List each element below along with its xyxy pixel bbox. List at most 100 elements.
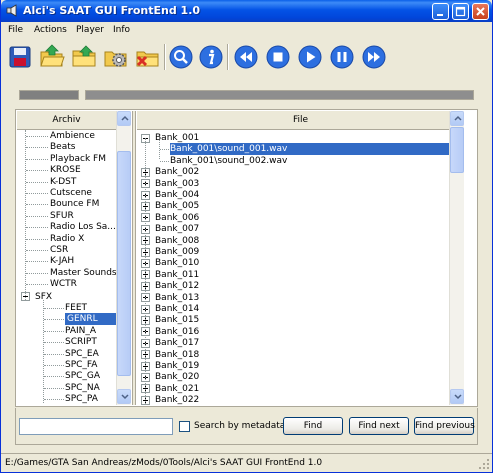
close-button[interactable] <box>472 3 489 20</box>
title-bar[interactable]: Alci's SAAT GUI FrontEnd 1.0 <box>1 0 492 22</box>
tree-connector <box>26 227 48 229</box>
stop-button[interactable] <box>264 43 292 71</box>
minimize-button[interactable] <box>432 3 449 20</box>
scroll-thumb[interactable] <box>117 151 131 376</box>
bank-item[interactable]: Bank_012 <box>155 280 199 292</box>
settings-button[interactable] <box>102 43 130 71</box>
play-button[interactable] <box>296 43 324 71</box>
find-next-button[interactable]: Find next <box>349 417 409 435</box>
menu-player[interactable]: Player <box>76 25 104 35</box>
file-tree[interactable]: File Bank_001 Bank_001\sound_001.wav Bank_… <box>137 111 464 405</box>
rewind-button[interactable] <box>232 43 260 71</box>
sound-file-selected[interactable]: Bank_001\sound_001.wav <box>170 143 464 156</box>
tree-item[interactable]: SPC_PA <box>65 393 98 405</box>
files-scrollbar[interactable] <box>449 111 464 405</box>
maximize-button[interactable] <box>452 3 469 20</box>
resize-grip-icon[interactable] <box>478 458 490 470</box>
tree-item[interactable]: CSR <box>50 244 68 256</box>
tree-item[interactable]: Bounce FM <box>50 198 99 210</box>
archive-progress-bar <box>19 90 79 100</box>
bank-item[interactable]: Bank_015 <box>155 314 199 326</box>
bank-item[interactable]: Bank_009 <box>155 246 199 258</box>
menu-file[interactable]: File <box>8 25 23 35</box>
app-icon <box>6 4 17 17</box>
bank-item[interactable]: Bank_021 <box>155 383 199 395</box>
bank-item[interactable]: Bank_007 <box>155 223 199 235</box>
tree-item[interactable]: Playback FM <box>50 153 106 165</box>
sound-file[interactable]: Bank_001\sound_002.wav <box>170 155 287 167</box>
arrow-down-icon <box>454 394 462 400</box>
tree-item[interactable]: PAIN_A <box>65 325 96 337</box>
playback-progress-bar[interactable] <box>85 90 474 100</box>
find-previous-button[interactable]: Find previous <box>414 417 475 435</box>
tree-item[interactable]: Radio X <box>50 233 84 245</box>
menu-info[interactable]: Info <box>113 25 130 35</box>
tree-item[interactable]: KROSE <box>50 164 81 176</box>
tree-item[interactable]: K-JAH <box>50 255 74 267</box>
bank-item[interactable]: Bank_014 <box>155 303 199 315</box>
bank-item[interactable]: Bank_006 <box>155 212 199 224</box>
metadata-checkbox[interactable] <box>179 421 190 432</box>
play-icon <box>298 45 322 69</box>
tree-connector <box>44 353 64 355</box>
info-icon <box>199 45 223 69</box>
bank-item[interactable]: Bank_002 <box>155 166 199 178</box>
scroll-up-arrow[interactable] <box>117 111 131 126</box>
tree-item[interactable]: K-DST <box>50 176 76 188</box>
tree-item[interactable]: Radio Los Sa... <box>50 221 116 233</box>
tree-item[interactable]: SPC_GA <box>65 370 100 382</box>
fast-forward-button[interactable] <box>360 43 388 71</box>
tree-item[interactable]: SPC_NA <box>65 382 100 394</box>
search-button[interactable] <box>167 43 195 71</box>
open-folder-icon <box>40 44 65 67</box>
save-button[interactable] <box>6 43 34 71</box>
delete-folder-button[interactable] <box>134 43 162 71</box>
bank-item[interactable]: Bank_017 <box>155 337 199 349</box>
arrow-up-icon <box>121 115 129 121</box>
open-folder-button[interactable] <box>38 43 66 71</box>
bank-item[interactable]: Bank_019 <box>155 360 199 372</box>
bank-item[interactable]: Bank_022 <box>155 394 199 405</box>
search-input[interactable] <box>19 418 173 435</box>
bank-item[interactable]: Bank_010 <box>155 257 199 269</box>
bank-item[interactable]: Bank_011 <box>155 269 199 281</box>
bank-item[interactable]: Bank_003 <box>155 178 199 190</box>
archive-column-header[interactable]: Archiv <box>17 111 117 130</box>
tree-item[interactable]: SCRIPT <box>65 336 97 348</box>
tree-item[interactable]: SFUR <box>50 210 74 222</box>
tree-item[interactable]: SPC_FA <box>65 359 97 371</box>
bank-item[interactable]: Bank_016 <box>155 326 199 338</box>
bank-item[interactable]: Bank_018 <box>155 349 199 361</box>
folder-button[interactable] <box>70 43 98 71</box>
tree-scrollbar[interactable] <box>116 111 131 405</box>
scroll-down-arrow[interactable] <box>450 389 464 404</box>
find-button[interactable]: Find <box>283 417 343 435</box>
tree-connector <box>26 261 48 263</box>
tree-item[interactable]: Ambience <box>50 130 95 142</box>
scroll-thumb[interactable] <box>450 127 464 173</box>
tree-item[interactable]: WCTR <box>50 278 77 290</box>
tree-item[interactable]: Cutscene <box>50 187 92 199</box>
bank-item[interactable]: Bank_008 <box>155 235 199 247</box>
pane-splitter[interactable] <box>132 111 136 405</box>
bank-item[interactable]: Bank_004 <box>155 189 199 201</box>
pause-button[interactable] <box>328 43 356 71</box>
status-bar: E:/Games/GTA San Andreas/zMods/0Tools/Al… <box>1 453 492 472</box>
tree-item[interactable]: FEET <box>65 302 87 314</box>
bank-item[interactable]: Bank_013 <box>155 292 199 304</box>
info-button[interactable] <box>197 43 225 71</box>
archive-tree[interactable]: Archiv Ambience Beats Playback FM KROSE K-DS… <box>17 111 131 405</box>
scroll-up-arrow[interactable] <box>450 111 464 126</box>
bank-item[interactable]: Bank_020 <box>155 371 199 383</box>
bank-item[interactable]: Bank_001 <box>155 132 199 144</box>
arrow-up-icon <box>454 115 462 121</box>
scroll-down-arrow[interactable] <box>117 389 131 404</box>
tree-connector <box>44 365 64 366</box>
tree-item[interactable]: Master Sounds <box>50 267 117 279</box>
menu-actions[interactable]: Actions <box>34 25 67 35</box>
tree-item[interactable]: SPC_EA <box>65 348 99 360</box>
bank-item[interactable]: Bank_005 <box>155 200 199 212</box>
tree-connector <box>26 215 48 217</box>
file-column-header[interactable]: File <box>137 111 464 130</box>
tree-item[interactable]: Beats <box>50 141 75 153</box>
